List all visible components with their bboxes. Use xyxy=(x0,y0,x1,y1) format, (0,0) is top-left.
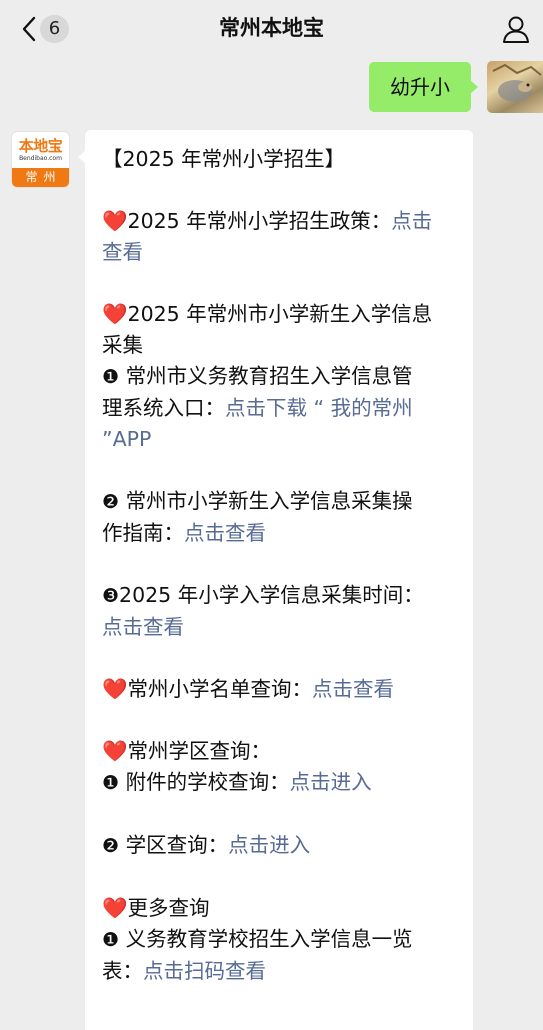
district-title: ❤️常州学区查询： xyxy=(102,736,462,767)
message-heading: 【2025 年常州小学招生】 xyxy=(102,147,346,171)
enrollment-list-text: 义务教育学校招生入学信息一览 xyxy=(119,927,413,951)
enrollment-list-line-2: 表：点击扫码查看 xyxy=(102,956,462,987)
my-avatar[interactable] xyxy=(487,61,543,113)
heart-icon: ❤️ xyxy=(102,302,128,326)
district-query-line: ❷ 学区查询：点击进入 xyxy=(102,830,462,862)
guide-label: 作指南： xyxy=(102,521,184,545)
message-content: 【2025 年常州小学招生】 ❤️2025 年常州小学招生政策：点击 查看 ❤️… xyxy=(102,144,462,987)
policy-link[interactable]: 点击 xyxy=(391,209,432,233)
download-app-link-continued[interactable]: ”APP xyxy=(102,427,151,451)
heart-icon: ❤️ xyxy=(102,739,128,763)
account-city-label: 常州 xyxy=(12,168,69,187)
district-query-label: 学区查询： xyxy=(119,833,229,857)
navigation-bar: 6 常州本地宝 xyxy=(0,0,543,56)
system-entry-line: ❶ 常州市义务教育招生入学信息管 xyxy=(102,361,462,393)
policy-link-continued[interactable]: 查看 xyxy=(102,240,143,264)
bird-photo-icon xyxy=(492,63,542,102)
person-icon xyxy=(503,16,529,43)
download-app-link[interactable]: 点击下载 “ 我的常州 xyxy=(225,396,413,420)
attachment-query-line: ❶ 附件的学校查询：点击进入 xyxy=(102,767,462,799)
number-one-icon: ❶ xyxy=(102,366,120,388)
policy-label: 2025 年常州小学招生政策： xyxy=(127,209,392,233)
profile-button[interactable] xyxy=(499,12,533,46)
chevron-left-icon xyxy=(22,16,36,42)
guide-line-2: 作指南：点击查看 xyxy=(102,518,462,549)
system-entry-label: 理系统入口： xyxy=(102,396,225,420)
school-list-label: 常州小学名单查询： xyxy=(127,677,313,701)
collect-title-continued: 采集 xyxy=(102,333,143,357)
attachment-query-label: 附件的学校查询： xyxy=(119,770,290,794)
number-two-icon: ❷ xyxy=(102,491,120,513)
system-entry-line-2: 理系统入口：点击下载 “ 我的常州 xyxy=(102,393,462,424)
incoming-message-bubble: 【2025 年常州小学招生】 ❤️2025 年常州小学招生政策：点击 查看 ❤️… xyxy=(78,130,473,1030)
attachment-query-link[interactable]: 点击进入 xyxy=(290,770,372,794)
outgoing-message-bubble[interactable]: 幼升小 xyxy=(369,62,478,112)
district-query-link[interactable]: 点击进入 xyxy=(228,833,310,857)
number-one-icon: ❶ xyxy=(102,772,120,794)
number-two-icon: ❷ xyxy=(102,835,120,857)
number-three-icon: ❸ xyxy=(102,585,120,607)
enrollment-list-line: ❶ 义务教育学校招生入学信息一览 xyxy=(102,924,462,956)
chat-title: 常州本地宝 xyxy=(219,16,324,40)
enrollment-list-label: 表： xyxy=(102,959,143,983)
heart-icon: ❤️ xyxy=(102,677,128,701)
school-list-link[interactable]: 点击查看 xyxy=(312,677,394,701)
guide-link[interactable]: 点击查看 xyxy=(184,521,266,545)
more-title-text: 更多查询 xyxy=(127,896,210,920)
unread-count-badge[interactable]: 6 xyxy=(40,15,69,43)
collect-time-line: ❸2025 年小学入学信息采集时间： xyxy=(102,580,462,612)
collect-title: ❤️2025 年常州市小学新生入学信息 xyxy=(102,299,462,330)
account-avatar[interactable]: 本地宝 Bendibao.com 常州 xyxy=(12,132,69,187)
heart-icon: ❤️ xyxy=(102,896,128,920)
school-list-line: ❤️常州小学名单查询：点击查看 xyxy=(102,674,462,705)
heart-icon: ❤️ xyxy=(102,209,128,233)
collect-time-link[interactable]: 点击查看 xyxy=(102,615,184,639)
scan-code-link[interactable]: 点击扫码查看 xyxy=(143,959,266,983)
district-title-text: 常州学区查询： xyxy=(127,739,272,763)
policy-line: ❤️2025 年常州小学招生政策：点击 xyxy=(102,206,462,237)
collect-time-text: 2025 年小学入学信息采集时间： xyxy=(119,583,424,607)
collect-title-text: 2025 年常州市小学新生入学信息 xyxy=(127,302,433,326)
more-title: ❤️更多查询 xyxy=(102,893,462,924)
account-logo-text: 本地宝 xyxy=(18,137,63,155)
system-entry-text: 常州市义务教育招生入学信息管 xyxy=(119,364,413,388)
guide-line: ❷ 常州市小学新生入学信息采集操 xyxy=(102,486,462,518)
guide-text: 常州市小学新生入学信息采集操 xyxy=(119,489,413,513)
number-one-icon: ❶ xyxy=(102,929,120,951)
account-domain: Bendibao.com xyxy=(19,155,62,162)
